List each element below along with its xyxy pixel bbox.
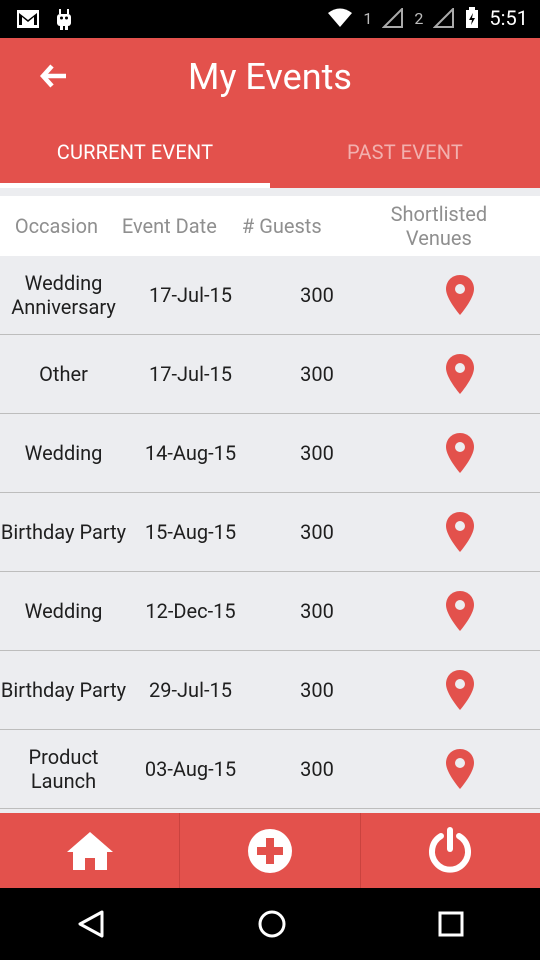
guests-cell: 300 bbox=[300, 757, 334, 781]
venue-pin-button[interactable] bbox=[380, 354, 540, 394]
date-cell: 12-Dec-15 bbox=[145, 599, 236, 623]
date-cell: 29-Jul-15 bbox=[149, 678, 232, 702]
table-row[interactable]: Wedding Anniversary 17-Jul-15 300 bbox=[0, 256, 540, 335]
venue-pin-button[interactable] bbox=[380, 275, 540, 315]
gmail-icon bbox=[17, 10, 39, 28]
guests-cell: 300 bbox=[300, 283, 334, 307]
tab-indicator bbox=[0, 183, 270, 188]
signal-icon bbox=[382, 8, 404, 28]
app-bar: My Events CURRENT EVENT PAST EVENT bbox=[0, 38, 540, 188]
guests-cell: 300 bbox=[300, 520, 334, 544]
occasion-cell: Wedding Anniversary bbox=[11, 271, 116, 319]
date-cell: 03-Aug-15 bbox=[144, 757, 237, 781]
table-row[interactable]: Other 17-Jul-15 300 bbox=[0, 335, 540, 414]
header-shortlisted-venues: Shortlisted Venues bbox=[390, 202, 488, 250]
header-occasion: Occasion bbox=[14, 214, 99, 238]
tab-current-event[interactable]: CURRENT EVENT bbox=[0, 134, 270, 188]
table-row[interactable]: Wedding 12-Dec-15 300 bbox=[0, 572, 540, 651]
date-cell: 17-Jul-15 bbox=[149, 362, 232, 386]
add-circle-icon bbox=[247, 828, 292, 873]
guests-cell: 300 bbox=[300, 441, 334, 465]
map-pin-icon bbox=[446, 591, 474, 631]
page-title: My Events bbox=[188, 56, 352, 98]
map-pin-icon bbox=[446, 433, 474, 473]
header-guests: # Guests bbox=[241, 214, 322, 238]
tab-bar: CURRENT EVENT PAST EVENT bbox=[0, 134, 540, 188]
add-event-button[interactable] bbox=[180, 813, 361, 888]
home-icon bbox=[66, 831, 113, 870]
home-button[interactable] bbox=[0, 813, 181, 888]
android-icon bbox=[57, 9, 71, 30]
occasion-cell: Wedding bbox=[24, 441, 103, 465]
map-pin-icon bbox=[446, 354, 474, 394]
occasion-cell: Birthday Party bbox=[0, 678, 127, 702]
system-nav-bar bbox=[0, 888, 540, 960]
date-cell: 17-Jul-15 bbox=[149, 283, 232, 307]
venue-pin-button[interactable] bbox=[380, 433, 540, 473]
table-header: Occasion Event Date # Guests Shortlisted… bbox=[0, 196, 540, 256]
wifi-icon bbox=[328, 8, 353, 27]
occasion-cell: Other bbox=[39, 362, 88, 386]
clock: 5:51 bbox=[489, 6, 528, 30]
table-row[interactable]: Product Launch 03-Aug-15 300 bbox=[0, 730, 540, 809]
guests-cell: 300 bbox=[300, 599, 334, 623]
bottom-action-bar bbox=[0, 813, 540, 888]
status-bar: 1 2 5:51 bbox=[0, 0, 540, 38]
occasion-cell: Birthday Party bbox=[0, 520, 127, 544]
venue-pin-button[interactable] bbox=[380, 591, 540, 631]
power-button[interactable] bbox=[361, 813, 540, 888]
map-pin-icon bbox=[446, 512, 474, 552]
battery-charging-icon bbox=[466, 7, 479, 28]
sim2-label: 2 bbox=[414, 8, 424, 28]
table-row[interactable]: Wedding 14-Aug-15 300 bbox=[0, 414, 540, 493]
events-list: Wedding Anniversary 17-Jul-15 300 Other … bbox=[0, 256, 540, 812]
venue-pin-button[interactable] bbox=[380, 670, 540, 710]
sim1-label: 1 bbox=[363, 8, 373, 28]
table-row[interactable]: Birthday Party 29-Jul-15 300 bbox=[0, 651, 540, 730]
header-event-date: Event Date bbox=[121, 214, 217, 238]
occasion-cell: Product Launch bbox=[28, 745, 99, 793]
date-cell: 14-Aug-15 bbox=[144, 441, 237, 465]
map-pin-icon bbox=[446, 749, 474, 789]
occasion-cell: Wedding bbox=[24, 599, 103, 623]
date-cell: 15-Aug-15 bbox=[144, 520, 237, 544]
power-icon bbox=[429, 826, 472, 873]
tab-past-event[interactable]: PAST EVENT bbox=[270, 134, 540, 188]
map-pin-icon bbox=[446, 670, 474, 710]
venue-pin-button[interactable] bbox=[380, 749, 540, 789]
recents-square-icon[interactable] bbox=[438, 911, 464, 937]
signal-icon bbox=[433, 8, 455, 28]
guests-cell: 300 bbox=[300, 678, 334, 702]
table-row[interactable]: Birthday Party 15-Aug-15 300 bbox=[0, 493, 540, 572]
venue-pin-button[interactable] bbox=[380, 512, 540, 552]
map-pin-icon bbox=[446, 275, 474, 315]
back-triangle-icon[interactable] bbox=[76, 909, 106, 939]
home-circle-icon[interactable] bbox=[257, 909, 287, 939]
guests-cell: 300 bbox=[300, 362, 334, 386]
